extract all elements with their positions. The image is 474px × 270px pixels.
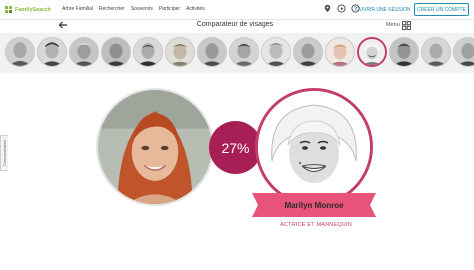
celebrity-thumbnail[interactable] (5, 37, 35, 67)
celebrity-thumbnail[interactable] (69, 37, 99, 67)
sign-in-button[interactable]: OUVRIR UNE SESSION (356, 4, 411, 16)
nav-item-get-involved[interactable]: Participer (159, 6, 180, 12)
celebrity-thumbnail[interactable] (229, 37, 259, 67)
celebrity-thumbnail[interactable] (389, 37, 419, 67)
celebrity-thumbnail[interactable] (261, 37, 291, 67)
celebrity-thumbnail[interactable] (421, 37, 451, 67)
celebrity-match-photo (255, 88, 373, 206)
celebrity-thumbnail[interactable] (453, 37, 474, 67)
familysearch-logo[interactable]: FamilySearch (4, 4, 51, 16)
grid-view-icon[interactable] (402, 21, 411, 30)
celebrity-thumbnail[interactable] (325, 37, 355, 67)
top-navigation: FamilySearch Arbre Familial Rechercher S… (0, 0, 474, 20)
menu-button[interactable]: Menu (386, 22, 400, 28)
location-pin-icon[interactable] (323, 4, 332, 13)
celebrity-occupation: ACTRICE ET MANNEQUIN (280, 222, 352, 228)
create-account-button[interactable]: CRÉER UN COMPTE (414, 3, 469, 16)
celebrity-thumbnail[interactable] (165, 37, 195, 67)
celebrity-thumbnail[interactable] (197, 37, 227, 67)
celebrity-thumbnail[interactable] (293, 37, 323, 67)
logo-text: FamilySearch (15, 7, 51, 13)
globe-icon[interactable] (337, 4, 346, 13)
celebrity-thumbnail[interactable] (37, 37, 67, 67)
feedback-tab[interactable]: Commentaires (0, 135, 8, 171)
celebrity-thumbnail-strip (0, 33, 474, 73)
nav-item-family-tree[interactable]: Arbre Familial (62, 6, 93, 12)
tree-logo-icon (4, 5, 13, 15)
nav-item-memories[interactable]: Souvenirs (131, 6, 153, 12)
celebrity-thumbnail[interactable] (101, 37, 131, 67)
user-photo (96, 88, 214, 206)
back-arrow-icon[interactable] (58, 21, 68, 29)
main-nav: Arbre Familial Rechercher Souvenirs Part… (62, 6, 205, 12)
celebrity-thumbnail[interactable] (133, 37, 163, 67)
celebrity-name: Marilyn Monroe (284, 200, 344, 210)
celebrity-name-ribbon: Marilyn Monroe (252, 193, 376, 217)
page-title: Comparateur de visages (196, 21, 274, 28)
nav-item-search[interactable]: Rechercher (99, 6, 125, 12)
nav-item-activities[interactable]: Activités (186, 6, 205, 12)
selected-celebrity-thumbnail[interactable] (357, 37, 387, 67)
